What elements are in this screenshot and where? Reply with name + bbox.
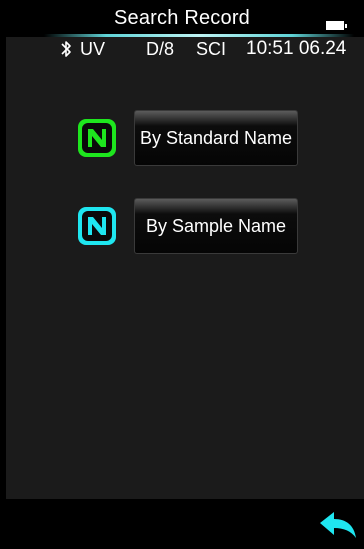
battery-icon	[326, 21, 347, 30]
by-sample-name-button[interactable]: By Sample Name	[134, 198, 298, 254]
device-screen: Search Record By Standard Name By Sample…	[0, 0, 364, 549]
geometry-label: D/8	[146, 39, 175, 59]
by-standard-name-button[interactable]: By Standard Name	[134, 110, 298, 166]
clock-readout: 10:51 06.24	[246, 38, 347, 59]
standard-n-icon[interactable]	[78, 119, 116, 157]
page-title: Search Record	[114, 7, 250, 29]
content-panel: By Standard Name By Sample Name	[6, 37, 364, 499]
by-sample-name-label: By Sample Name	[145, 215, 287, 236]
light-source-label: UV	[80, 39, 106, 59]
back-arrow-icon[interactable]	[318, 508, 360, 542]
by-standard-name-label: By Standard Name	[139, 127, 293, 148]
bluetooth-icon	[60, 39, 72, 59]
mode-label: SCI	[196, 39, 227, 59]
footer-bar	[0, 499, 364, 549]
status-bar: UV D/8 SCI 10:51 06.24	[0, 37, 364, 61]
sample-n-icon[interactable]	[78, 207, 116, 245]
